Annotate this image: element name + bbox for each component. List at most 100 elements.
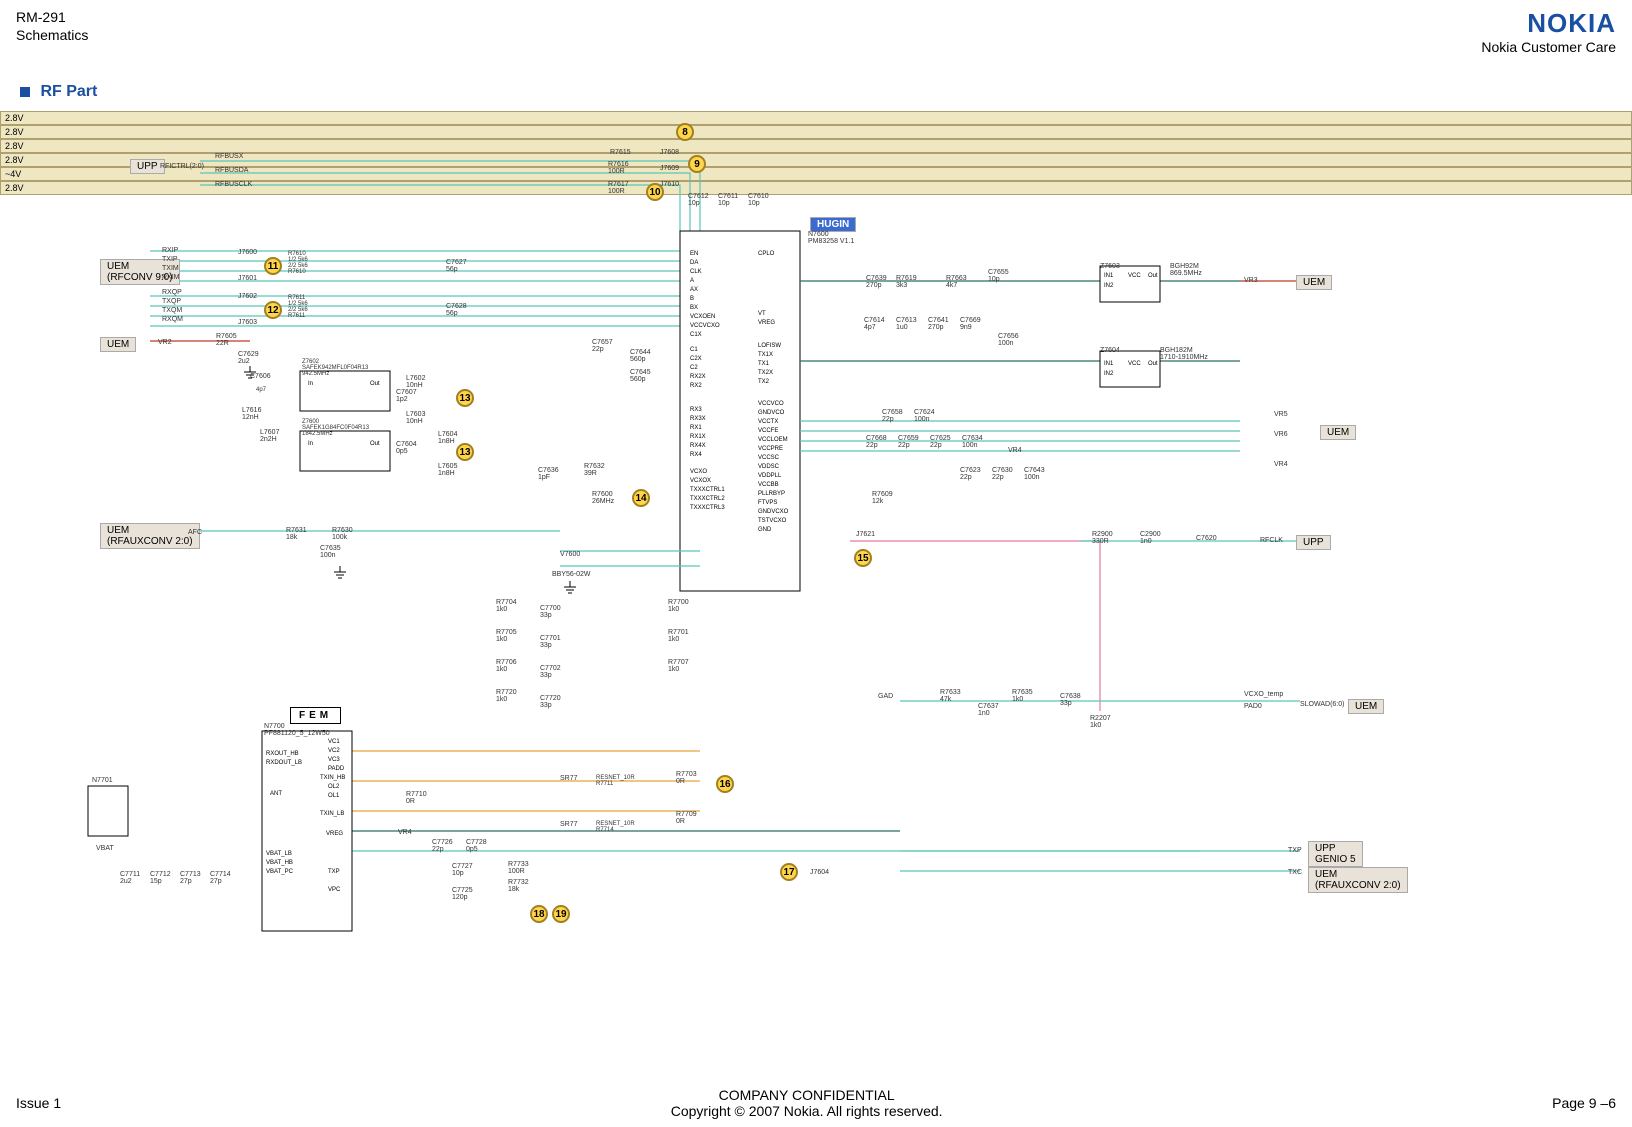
pin-da: DA bbox=[690, 260, 698, 266]
pin-vcxoen: VCXOEN bbox=[690, 314, 715, 320]
bby56: BBY56-02W bbox=[552, 571, 591, 578]
c7606-4p7: 4p7 bbox=[256, 387, 266, 393]
c7629: C7629 2u2 bbox=[238, 351, 259, 365]
c7628: C7628 56p bbox=[446, 303, 467, 317]
z7600-out: Out bbox=[370, 441, 380, 447]
pin-rx4: RX4 bbox=[690, 452, 702, 458]
r7707: R7707 1k0 bbox=[668, 659, 689, 673]
pin-tstvcxo: TSTVCXO bbox=[758, 518, 786, 524]
c2900: C2900 1n0 bbox=[1140, 531, 1161, 545]
page-number: Page 9 –6 bbox=[1552, 1095, 1616, 1111]
c7604: C7604 0p5 bbox=[396, 441, 417, 455]
pin-c2: C2 bbox=[690, 365, 698, 371]
l7616: L7616 12nH bbox=[242, 407, 261, 421]
callout-19: 19 bbox=[552, 905, 570, 923]
uem-block-vr3: UEM bbox=[1296, 275, 1332, 290]
r7711: RESNET_10R R7711 bbox=[596, 775, 635, 787]
rxim-label: RXIM bbox=[162, 274, 180, 281]
pin-rx3x: RX3X bbox=[690, 416, 706, 422]
pin-vccpre: VCCPRE bbox=[758, 446, 783, 452]
pin-lofisw: LOFISW bbox=[758, 343, 781, 349]
customer-care: Nokia Customer Care bbox=[1481, 39, 1616, 55]
pin-pllrbyp: PLLRBYP bbox=[758, 491, 785, 497]
pin-vddpll: VDDPLL bbox=[758, 473, 781, 479]
c7645: C7645 560p bbox=[630, 369, 651, 383]
r7706: R7706 1k0 bbox=[496, 659, 517, 673]
section-title: RF Part bbox=[0, 63, 1632, 101]
c7638: C7638 33p bbox=[1060, 693, 1081, 707]
pin-vcctx: VCCTX bbox=[758, 419, 778, 425]
bgh182m: BGH182M 1710-1910MHz bbox=[1160, 347, 1208, 361]
r2207: R2207 1k0 bbox=[1090, 715, 1111, 729]
pin-tx2: TX2 bbox=[758, 379, 769, 385]
pin-a: A bbox=[690, 278, 694, 284]
pin-ant: ANT bbox=[270, 791, 282, 797]
pin-vccsc: VCCSC bbox=[758, 455, 779, 461]
pin-rxouthb: RXOUT_HB bbox=[266, 751, 299, 757]
vcxo-temp: VCXO_temp bbox=[1244, 691, 1283, 698]
r7615: R7615 bbox=[610, 149, 631, 156]
c7641: C7641 270p bbox=[928, 317, 949, 331]
callout-14: 14 bbox=[632, 489, 650, 507]
callout-9: 9 bbox=[688, 155, 706, 173]
pin-gndvcxo: GNDVCXO bbox=[758, 509, 788, 515]
txip-label: TXIP bbox=[162, 256, 178, 263]
r7635: R7635 1k0 bbox=[1012, 689, 1033, 703]
pad0-label: PAD0 bbox=[1244, 703, 1262, 710]
pin-rx1x: RX1X bbox=[690, 434, 706, 440]
pin-bx: BX bbox=[690, 305, 698, 311]
c7606: C7606 bbox=[250, 373, 271, 380]
pin-ol1: OL1 bbox=[328, 793, 339, 799]
c7714: C7714 27p bbox=[210, 871, 231, 885]
txim-label: TXIM bbox=[162, 265, 179, 272]
confidential: COMPANY CONFIDENTIAL bbox=[671, 1087, 943, 1103]
c7728: C7728 0p5 bbox=[466, 839, 487, 853]
r7631: R7631 18k bbox=[286, 527, 307, 541]
r7610: R7610 1/2 5k6 2/2 5k6 R7610 bbox=[288, 251, 308, 275]
r7714: RESNET_10R R7714 bbox=[596, 821, 635, 833]
pin-c2x: C2X bbox=[690, 356, 702, 362]
r7720: R7720 1k0 bbox=[496, 689, 517, 703]
c7726: C7726 22p bbox=[432, 839, 453, 853]
c7623: C7623 22p bbox=[960, 467, 981, 481]
r7710: R7710 0R bbox=[406, 791, 427, 805]
c7727: C7727 10p bbox=[452, 863, 473, 877]
upp-genio-block: UPP GENIO 5 bbox=[1308, 841, 1363, 867]
j7621: J7621 bbox=[856, 531, 875, 538]
pin-rx2x: RX2X bbox=[690, 374, 706, 380]
afc-label: AFC bbox=[188, 529, 202, 536]
pin-vt: VT bbox=[758, 311, 766, 317]
txc-label: TXC bbox=[1288, 869, 1302, 876]
pin-txinlb: TXIN_LB bbox=[320, 811, 344, 817]
vbat-label: VBAT bbox=[96, 845, 114, 852]
c7669: C7669 9n9 bbox=[960, 317, 981, 331]
r7600: R7600 26MHz bbox=[592, 491, 614, 505]
pin-ftvps: FTVPS bbox=[758, 500, 777, 506]
c7611: C7611 10p bbox=[718, 193, 738, 207]
z7602: Z7602 SAFEK942MFL0F04R13 942.5MHz bbox=[302, 359, 368, 377]
c7634: C7634 100n bbox=[962, 435, 983, 449]
j7600: J7600 bbox=[238, 249, 257, 256]
z7604-in2: IN2 bbox=[1104, 371, 1113, 377]
c7713: C7713 27p bbox=[180, 871, 201, 885]
c7614: C7614 4p7 bbox=[864, 317, 885, 331]
rfictrl-label: RFICTRL(2:0) bbox=[160, 163, 204, 170]
pin-txxxctrl3: TXXXCTRL3 bbox=[690, 505, 725, 511]
c7607: C7607 1p2 bbox=[396, 389, 417, 403]
callout-10: 10 bbox=[646, 183, 664, 201]
r7701: R7701 1k0 bbox=[668, 629, 689, 643]
bgh92m: BGH92M 869.5MHz bbox=[1170, 263, 1202, 277]
pin-padd: PADD bbox=[328, 766, 344, 772]
r7617: R7617 100R bbox=[608, 181, 629, 195]
pin-vccbb: VCCBB bbox=[758, 482, 779, 488]
rfbusda-label: RFBUSDA bbox=[215, 167, 248, 174]
schematic-diagram: UPP RFICTRL(2:0) RFBUSX RFBUSDA RFBUSCLK… bbox=[0, 111, 1632, 1031]
j7609: J7609 bbox=[660, 165, 679, 172]
pin-vc2: VC2 bbox=[328, 748, 340, 754]
r7709: R7709 0R bbox=[676, 811, 697, 825]
r7705: R7705 1k0 bbox=[496, 629, 517, 643]
r7632: R7632 39R bbox=[584, 463, 605, 477]
pin-vddsc: VDDSC bbox=[758, 464, 779, 470]
c7613: C7613 1u0 bbox=[896, 317, 917, 331]
uem-block-slowad: UEM bbox=[1348, 699, 1384, 714]
